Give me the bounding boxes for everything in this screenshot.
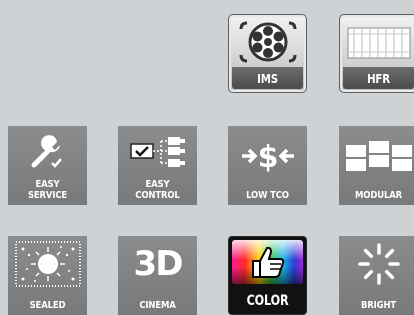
modular-tile[interactable]: MODULAR bbox=[339, 126, 414, 205]
cinema-label: CINEMA bbox=[139, 300, 176, 311]
thumbs-up-icon bbox=[229, 237, 306, 287]
hfr-label: HFR bbox=[367, 72, 390, 86]
low-tco-label: LOW TCO bbox=[246, 190, 289, 201]
easy-service-tile[interactable]: EASY SERVICE bbox=[8, 126, 87, 205]
film-frames-icon bbox=[340, 15, 414, 69]
bright-label: BRIGHT bbox=[360, 300, 397, 311]
svg-text:$: $ bbox=[257, 140, 278, 175]
sealed-label: SEALED bbox=[29, 300, 66, 311]
color-tile[interactable]: COLOR bbox=[228, 236, 307, 315]
wrench-icon bbox=[8, 126, 87, 178]
modular-blocks-icon bbox=[339, 126, 414, 184]
sealed-light-icon bbox=[8, 236, 87, 292]
modular-label: MODULAR bbox=[354, 190, 402, 201]
bright-tile[interactable]: BRIGHT bbox=[339, 236, 414, 315]
3d-icon: 3D bbox=[118, 236, 197, 292]
brightness-burst-icon bbox=[339, 236, 414, 292]
easy-control-label: EASY CONTROL bbox=[135, 179, 180, 201]
cinema-tile[interactable]: 3D CINEMA bbox=[118, 236, 197, 315]
easy-control-tile[interactable]: EASY CONTROL bbox=[118, 126, 197, 205]
color-label: COLOR bbox=[246, 293, 289, 309]
sealed-tile[interactable]: SEALED bbox=[8, 236, 87, 315]
easy-service-label: EASY SERVICE bbox=[27, 179, 68, 201]
dollar-arrows-icon: $ bbox=[228, 126, 307, 186]
low-tco-tile[interactable]: $ LOW TCO bbox=[228, 126, 307, 205]
ims-label: IMS bbox=[257, 72, 278, 86]
ims-tile[interactable]: IMS bbox=[228, 14, 307, 93]
3d-icon-text: 3D bbox=[133, 244, 184, 284]
hfr-tile[interactable]: HFR bbox=[339, 14, 414, 93]
network-control-icon bbox=[118, 126, 197, 178]
film-reel-icon bbox=[229, 15, 306, 69]
